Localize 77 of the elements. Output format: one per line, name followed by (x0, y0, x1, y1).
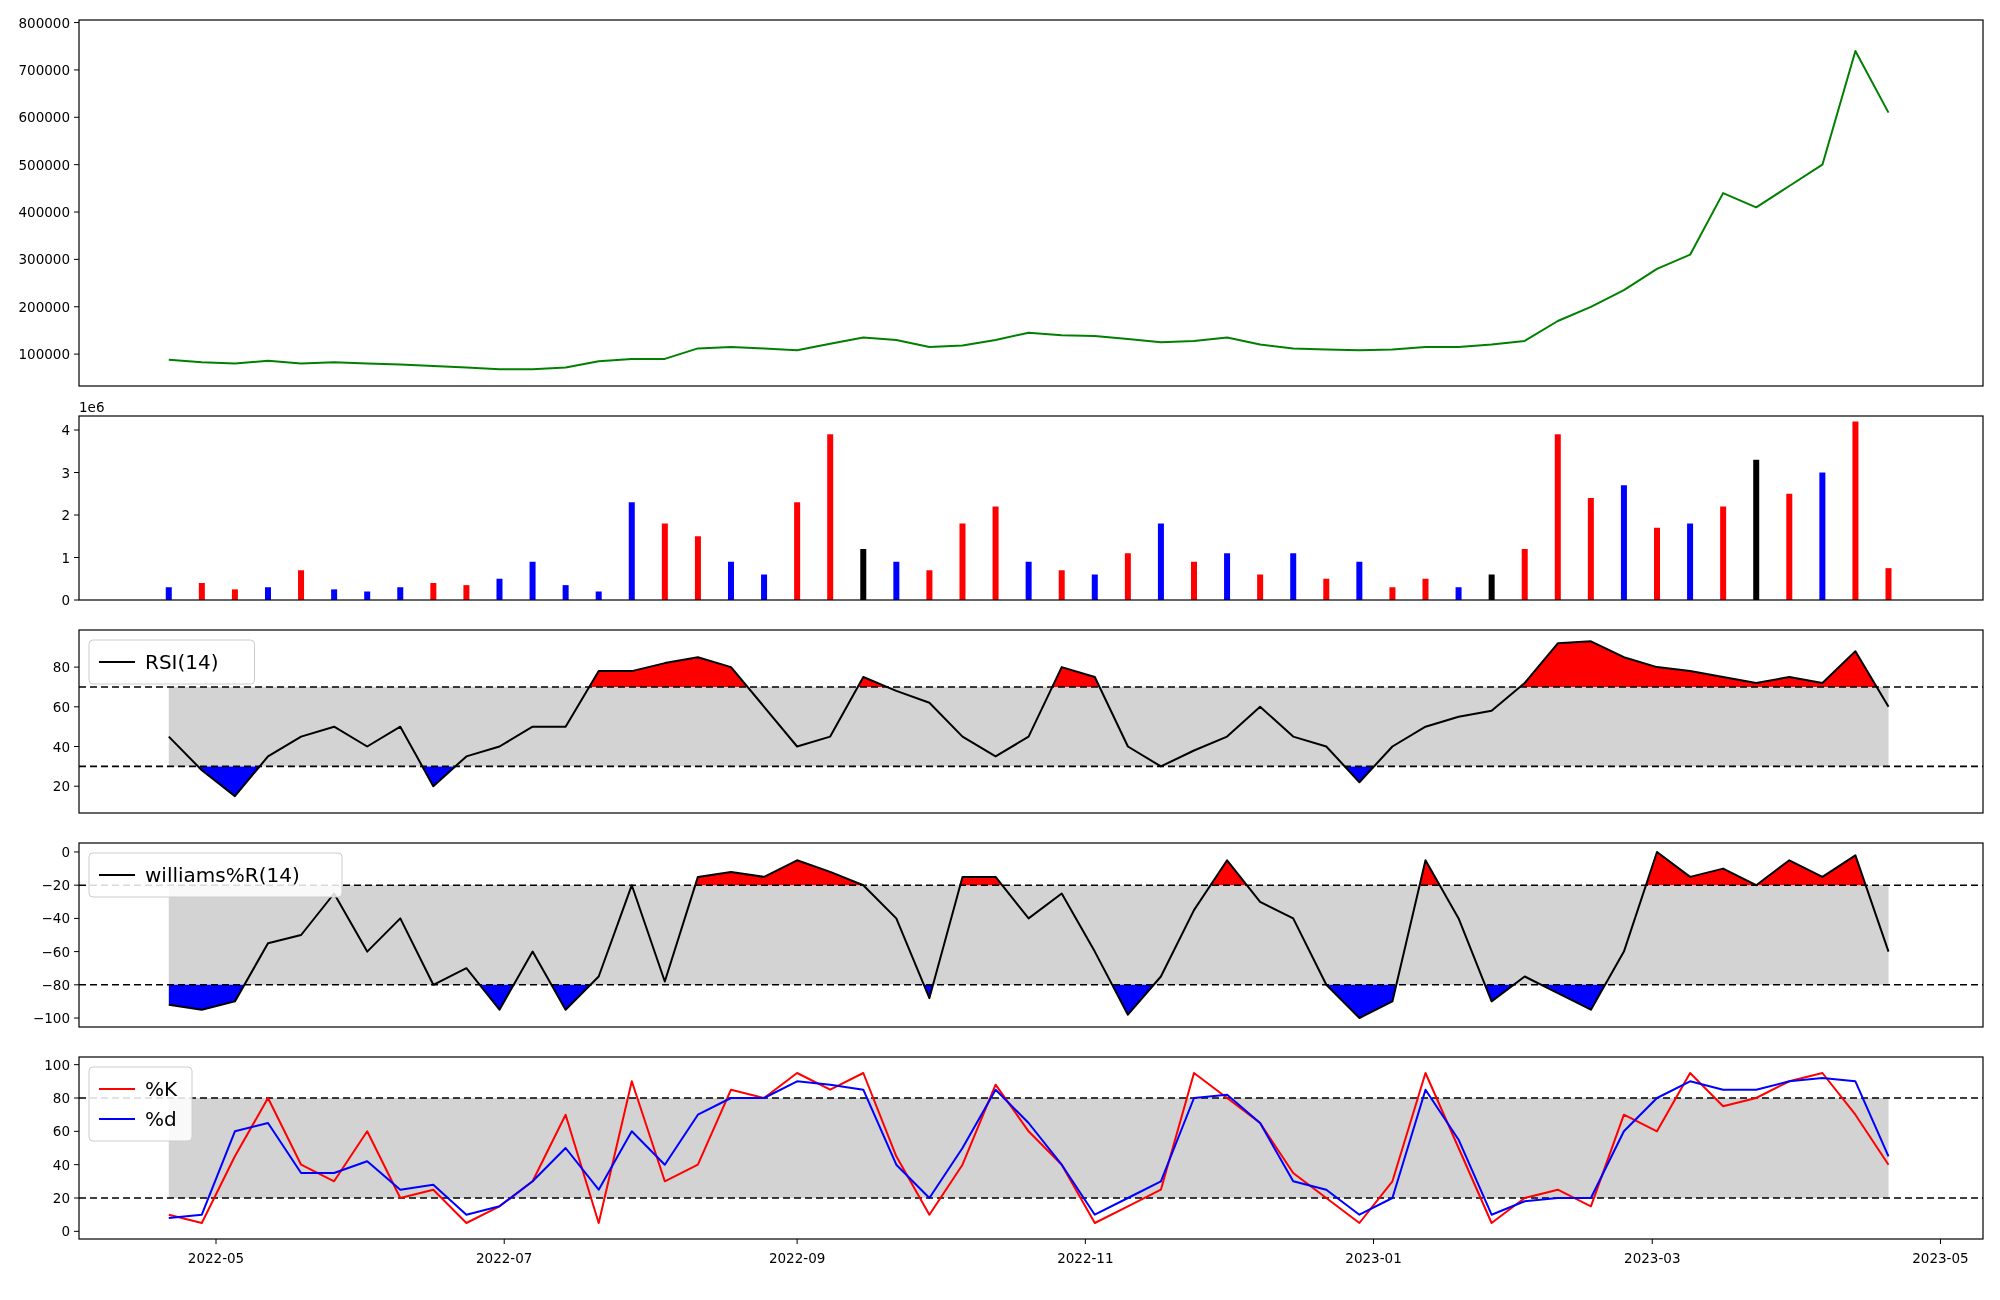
y-tick-label: −20 (41, 877, 70, 894)
y-tick-label: 80 (52, 659, 70, 676)
y-tick-label: 400000 (18, 204, 70, 220)
volume-bar (364, 591, 371, 600)
volume-bar (926, 570, 933, 600)
volume-bar (1058, 570, 1065, 600)
y-tick-label: 60 (52, 1123, 70, 1140)
volume-bar (165, 587, 172, 600)
legend-label: %K (145, 1077, 178, 1101)
y-tick-label: 60 (52, 698, 70, 715)
volume-bar (463, 585, 470, 600)
y-tick-label: 0 (61, 843, 70, 860)
y-tick-label: 20 (52, 778, 70, 795)
volume-bar (694, 536, 701, 600)
legend-label: %d (145, 1107, 177, 1131)
volume-bar (198, 583, 205, 600)
y-tick-label: 800000 (18, 14, 70, 31)
y-tick-label: 3 (61, 464, 70, 481)
legend-label: williams%R(14) (145, 863, 300, 887)
x-tick-label: 2022-07 (476, 1250, 533, 1266)
x-tick-label: 2023-01 (1345, 1250, 1402, 1266)
legend-label: RSI(14) (145, 650, 219, 674)
volume-bar (1025, 561, 1032, 600)
y-tick-label: 0 (61, 1223, 70, 1240)
volume-bar (496, 578, 503, 600)
y-tick-label: 700000 (18, 61, 70, 78)
y-tick-label: 100 (44, 1056, 70, 1073)
volume-bar (298, 570, 305, 600)
y-tick-label: −80 (41, 976, 70, 993)
volume-bar (1323, 578, 1330, 600)
y-tick-label: −40 (41, 910, 70, 927)
x-tick-label: 2023-03 (1624, 1250, 1681, 1266)
y-tick-label: 0 (61, 592, 70, 608)
y-tick-label: 4 (61, 422, 70, 438)
y-tick-label: −100 (32, 1010, 70, 1027)
x-tick-label: 2022-05 (187, 1250, 245, 1266)
y-tick-label: 600000 (18, 109, 70, 126)
y-tick-label: 80 (52, 1090, 70, 1106)
x-tick-label: 2022-09 (768, 1250, 826, 1266)
y-tick-label: 40 (52, 738, 70, 755)
volume-bar (1191, 561, 1197, 600)
volume-bar (1257, 574, 1264, 600)
volume-bar (1488, 574, 1495, 600)
volume-bar (1290, 553, 1297, 600)
volume-bar (1885, 568, 1892, 600)
volume-bar (231, 589, 238, 600)
volume-bar (761, 574, 768, 600)
x-tick-label: 2023-05 (1912, 1250, 1969, 1266)
volume-bar (562, 585, 569, 600)
y-tick-label: 300000 (18, 251, 70, 268)
volume-bar (1389, 587, 1396, 600)
volume-bar (1224, 553, 1231, 600)
volume-bar (1356, 561, 1363, 600)
volume-bar (1124, 553, 1131, 600)
y-tick-label: 200000 (18, 298, 70, 315)
volume-bar (893, 561, 900, 600)
y-tick-label: 20 (52, 1190, 70, 1206)
volume-bar (529, 561, 536, 600)
y-tick-label: −60 (41, 943, 70, 960)
volume-bar (1455, 587, 1462, 600)
volume-bar (397, 587, 404, 600)
y-tick-label: 500000 (18, 156, 70, 173)
y-tick-label: 100000 (18, 346, 70, 363)
y-tick-label: 40 (52, 1156, 70, 1173)
axis-offset-label: 1e6 (79, 399, 105, 415)
volume-bar (1091, 574, 1098, 600)
y-tick-label: 1 (61, 549, 70, 566)
x-tick-label: 2022-11 (1057, 1250, 1114, 1266)
volume-bar (1521, 549, 1528, 600)
volume-bar (595, 591, 602, 600)
y-tick-label: 2 (61, 507, 70, 523)
volume-bar (331, 589, 338, 600)
volume-bar (265, 587, 271, 600)
volume-bar (728, 561, 734, 600)
volume-bar (1422, 578, 1429, 600)
volume-bar (430, 583, 437, 600)
volume-bar (860, 549, 867, 600)
